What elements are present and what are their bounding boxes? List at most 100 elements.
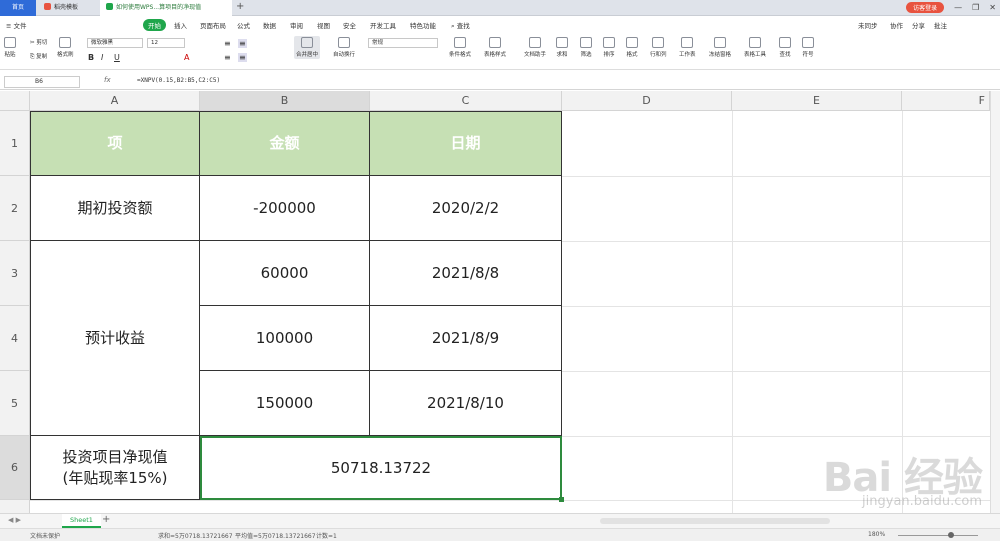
menu-start[interactable]: 开始: [143, 19, 166, 31]
menu-page-layout[interactable]: 页面布局: [200, 20, 226, 30]
collab-button[interactable]: 协作: [890, 20, 903, 30]
row-header-2[interactable]: 2: [0, 176, 30, 241]
tab-document[interactable]: 如何使用WPS...算项目的净现值: [100, 0, 232, 16]
cell-a3-merged[interactable]: 预计收益: [30, 241, 200, 436]
align-middle-icon[interactable]: ≡: [238, 39, 247, 48]
column-header-b[interactable]: B: [200, 91, 370, 111]
align-top-icon[interactable]: ≡: [224, 39, 231, 48]
name-box[interactable]: B6: [4, 76, 80, 88]
cell-a2[interactable]: 期初投资额: [30, 176, 200, 241]
cell-c2[interactable]: 2020/2/2: [370, 176, 562, 241]
sheet-tab-sheet1[interactable]: Sheet1: [62, 514, 101, 528]
row-header-3[interactable]: 3: [0, 241, 30, 306]
italic-button[interactable]: I: [101, 53, 103, 62]
horizontal-scrollbar[interactable]: [600, 518, 830, 524]
new-tab-icon[interactable]: +: [236, 1, 244, 12]
cell-b2[interactable]: -200000: [200, 176, 370, 241]
cell-c1[interactable]: 日期: [370, 111, 562, 176]
align-center-icon[interactable]: ≡: [238, 53, 247, 62]
select-all-corner[interactable]: [0, 91, 30, 111]
row-header-4[interactable]: 4: [0, 306, 30, 371]
row-header-7[interactable]: [0, 500, 30, 513]
row-col-button[interactable]: 行和列: [650, 37, 667, 58]
cell-c5[interactable]: 2021/8/10: [370, 371, 562, 436]
doc-helper-button[interactable]: 文档助手: [524, 37, 546, 58]
conditional-format-icon: [454, 37, 466, 48]
cell-b1[interactable]: 金额: [200, 111, 370, 176]
tab-template[interactable]: 稻壳模板: [38, 0, 98, 16]
menu-formula[interactable]: 公式: [237, 20, 250, 30]
column-header-d[interactable]: D: [562, 91, 732, 111]
font-color-button[interactable]: A: [184, 53, 189, 62]
menu-security[interactable]: 安全: [343, 20, 356, 30]
column-header-f[interactable]: F: [902, 91, 990, 111]
menu-insert[interactable]: 插入: [174, 20, 187, 30]
cell-a6[interactable]: 投资项目净现值 (年贴现率15%): [30, 436, 200, 500]
underline-button[interactable]: U: [114, 53, 120, 62]
number-format-select[interactable]: 常规: [368, 38, 438, 48]
cell-c4[interactable]: 2021/8/9: [370, 306, 562, 371]
zoom-slider[interactable]: [898, 535, 978, 536]
table-tools-button[interactable]: 表格工具: [744, 37, 766, 58]
format-button[interactable]: 格式: [626, 37, 638, 58]
minimize-icon[interactable]: —: [954, 3, 962, 12]
cut-button[interactable]: ✂ 剪切: [30, 38, 47, 46]
bold-button[interactable]: B: [88, 53, 94, 62]
cell-b4[interactable]: 100000: [200, 306, 370, 371]
cell-b3[interactable]: 60000: [200, 241, 370, 306]
zoom-slider-thumb[interactable]: [948, 532, 954, 538]
menu-search[interactable]: ⌕ 查找: [451, 20, 470, 31]
format-painter-button[interactable]: 格式刷: [57, 37, 74, 58]
cell-a1[interactable]: 项: [30, 111, 200, 176]
menu-features[interactable]: 特色功能: [410, 20, 436, 30]
font-size-select[interactable]: 12: [147, 38, 185, 48]
column-header-c[interactable]: C: [370, 91, 562, 111]
table-style-icon: [489, 37, 501, 48]
fill-handle[interactable]: [559, 497, 564, 502]
login-button[interactable]: 访客登录: [906, 2, 945, 13]
column-header-a[interactable]: A: [30, 91, 200, 111]
sync-status[interactable]: 未同步: [858, 20, 878, 30]
cell-b6-selected[interactable]: 50718.13722: [200, 436, 562, 500]
symbol-button[interactable]: 符号: [802, 37, 814, 58]
worksheet-button[interactable]: 工作表: [679, 37, 696, 58]
copy-button[interactable]: ⎘ 复制: [30, 52, 47, 61]
sheet-nav-icons[interactable]: ◀ ▶: [8, 516, 21, 524]
tab-home[interactable]: 首页: [0, 0, 36, 16]
wrap-label: 自动换行: [333, 52, 356, 58]
zoom-level[interactable]: 180%: [868, 531, 885, 538]
sort-button[interactable]: 排序: [603, 37, 615, 58]
sum-button[interactable]: 求和: [556, 37, 568, 58]
conditional-format-button[interactable]: 条件格式: [449, 37, 471, 58]
vertical-scrollbar[interactable]: [990, 91, 1000, 513]
menu-data[interactable]: 数据: [263, 20, 276, 30]
column-header-e[interactable]: E: [732, 91, 902, 111]
menu-file[interactable]: ≡ 文件: [6, 20, 27, 30]
restore-icon[interactable]: ❐: [972, 3, 979, 12]
menu-developer[interactable]: 开发工具: [370, 20, 396, 30]
menu-view[interactable]: 视图: [317, 20, 330, 30]
filter-button[interactable]: 筛选: [580, 37, 592, 58]
menu-review[interactable]: 审阅: [290, 20, 303, 30]
formula-input[interactable]: =XNPV(0.15,B2:B5,C2:C5): [137, 77, 220, 84]
cell-c3[interactable]: 2021/8/8: [370, 241, 562, 306]
fx-icon[interactable]: fx: [104, 76, 111, 84]
row-header-1[interactable]: 1: [0, 111, 30, 176]
close-icon[interactable]: ✕: [989, 3, 996, 12]
table-style-button[interactable]: 表格样式: [484, 37, 506, 58]
align-left-icon[interactable]: ≡: [224, 53, 231, 62]
protect-status[interactable]: 文档未保护: [30, 531, 60, 540]
brush-icon: [59, 37, 72, 48]
share-button[interactable]: 分享: [912, 20, 925, 30]
row-header-5[interactable]: 5: [0, 371, 30, 436]
cell-b5[interactable]: 150000: [200, 371, 370, 436]
find-button[interactable]: 查找: [779, 37, 791, 58]
merge-center-button[interactable]: 合并居中: [294, 36, 321, 59]
wrap-text-button[interactable]: 自动换行: [333, 37, 355, 58]
annotate-button[interactable]: 批注: [934, 20, 947, 30]
row-header-6[interactable]: 6: [0, 436, 30, 500]
freeze-button[interactable]: 冻结窗格: [709, 37, 731, 58]
paste-button[interactable]: 粘贴: [4, 37, 16, 58]
font-name-select[interactable]: 微软雅黑: [87, 38, 143, 48]
add-sheet-icon[interactable]: +: [102, 514, 110, 525]
